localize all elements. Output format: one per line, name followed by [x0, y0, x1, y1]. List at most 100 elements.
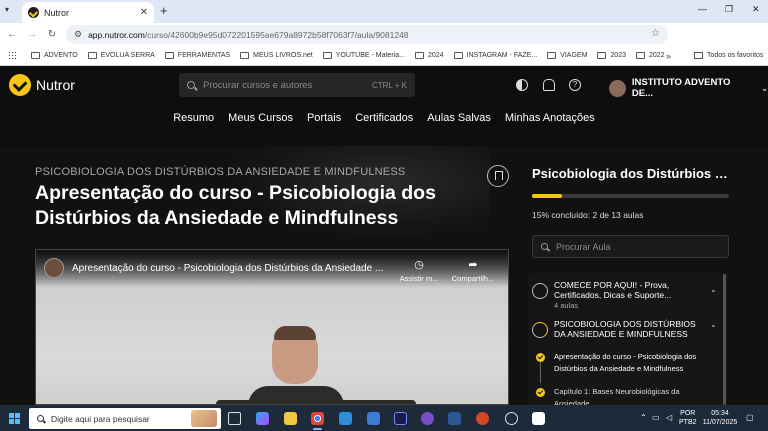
bookmark-folder[interactable]: MEUS LIVROS.net [240, 52, 313, 59]
lesson-item-title: Apresentação do curso - Psicobiologia do… [554, 352, 697, 373]
minimize-icon[interactable]: — [698, 4, 707, 14]
nav-aulas-salvas[interactable]: Aulas Salvas [427, 106, 491, 130]
bookmarks-bar: ADVENTO EVOLUA SERRA FERRAMENTAS MEUS LI… [0, 46, 768, 66]
tab-search-icon[interactable]: ▾ [5, 5, 9, 14]
tray-overflow-icon[interactable]: ⌃ [640, 413, 647, 422]
file-explorer-icon[interactable] [284, 412, 297, 425]
copilot-icon[interactable] [256, 412, 269, 425]
tab-close-icon[interactable]: ✕ [140, 7, 148, 18]
calculator-icon[interactable] [367, 412, 380, 425]
bookmark-folder[interactable]: YOUTUBE - Materia... [322, 52, 405, 59]
site-info-icon[interactable]: ⚙ [74, 29, 82, 40]
edge-icon[interactable] [339, 412, 352, 425]
task-view-icon[interactable] [228, 412, 241, 425]
folder-icon [414, 52, 424, 59]
taskbar-search-placeholder: Digite aqui para pesquisar [51, 413, 150, 424]
nav-certificados[interactable]: Certificados [355, 106, 413, 130]
settings-gear-icon[interactable] [505, 412, 518, 425]
back-icon[interactable]: ← [4, 29, 20, 40]
capture-tool-icon[interactable] [532, 412, 545, 425]
nutror-logo-icon [9, 74, 31, 96]
folder-icon [87, 52, 97, 59]
nav-minhas-anotacoes[interactable]: Minhas Anotações [505, 106, 595, 130]
watch-later-button[interactable]: ◷ Assistir m... [394, 258, 444, 283]
video-player[interactable]: Apresentação do curso - Psicobiologia do… [35, 249, 509, 405]
notifications-bell-icon[interactable] [543, 79, 555, 91]
taskbar-search[interactable]: Digite aqui para pesquisar [29, 408, 221, 429]
reload-icon[interactable]: ↻ [44, 29, 60, 40]
search-shortcut-hint: CTRL + K [371, 80, 407, 90]
chevron-down-icon[interactable]: ⌄ [710, 285, 717, 294]
photoshop-icon[interactable] [394, 412, 407, 425]
search-highlight-image [191, 410, 217, 427]
lesson-item-title: Capítulo 1: Bases Neurobiológicas da Ans… [554, 387, 680, 405]
bookmark-folder[interactable]: 2022 [635, 52, 665, 59]
nav-resumo[interactable]: Resumo [173, 106, 214, 130]
help-icon[interactable]: ? [569, 79, 581, 91]
browser-tab[interactable]: Nutror ✕ [22, 2, 154, 23]
tab-title: Nutror [44, 7, 70, 18]
clock[interactable]: 05:34 11/07/2025 [700, 409, 740, 427]
bookmark-folder[interactable]: EVOLUA SERRA [87, 52, 155, 59]
powerpoint-icon[interactable] [476, 412, 489, 425]
nav-meus-cursos[interactable]: Meus Cursos [228, 106, 293, 130]
app-circle-icon[interactable] [421, 412, 434, 425]
close-window-icon[interactable]: ✕ [752, 4, 760, 15]
folder-icon [635, 52, 645, 59]
bookmark-star-icon[interactable]: ☆ [651, 28, 660, 39]
bookmarks-overflow-icon[interactable]: » [666, 51, 671, 61]
volume-icon[interactable]: ◁ [666, 413, 672, 422]
lesson-completed-icon [536, 388, 545, 397]
url-field[interactable]: ⚙ app.nutror.com/curso/42600b9e95d072201… [66, 25, 668, 44]
chevron-up-icon[interactable]: ⌃ [710, 324, 717, 333]
url-path: /curso/42600b9e95d072201595ae679a8972b58… [144, 29, 409, 40]
module-lesson-count: 4 aulas [554, 301, 579, 310]
video-title[interactable]: Apresentação do curso - Psicobiologia do… [72, 263, 392, 274]
bookmark-folder[interactable]: VIAGEM [547, 52, 587, 59]
chrome-icon[interactable] [311, 412, 324, 430]
bookmark-folder[interactable]: INSTAGRAM - FAZE... [453, 52, 537, 59]
module-list-scrollbar[interactable] [723, 274, 726, 405]
nav-portais[interactable]: Portais [307, 106, 341, 130]
course-search-input[interactable] [203, 79, 372, 91]
input-language[interactable]: POR PTB2 [679, 409, 697, 427]
forward-icon[interactable]: → [24, 29, 40, 40]
bookmark-folder[interactable]: ADVENTO [31, 52, 78, 59]
nutror-favicon-icon [28, 7, 39, 18]
windows-start-icon[interactable] [9, 413, 20, 424]
course-search-box[interactable]: CTRL + K [179, 73, 415, 97]
user-menu[interactable]: INSTITUTO ADVENTO DE... ⌄ [609, 77, 768, 99]
course-progress-text: 15% concluído: 2 de 13 aulas [532, 210, 644, 220]
bookmark-folder[interactable]: 2024 [414, 52, 444, 59]
lesson-title: Apresentação do curso - Psicobiologia do… [35, 182, 436, 229]
search-icon [187, 81, 195, 89]
user-avatar [609, 79, 626, 97]
lesson-search-input[interactable] [556, 241, 720, 252]
site-header: Nutror CTRL + K ? INSTITUTO ADVENTO DE..… [0, 66, 768, 106]
bookmark-folder[interactable]: 2023 [597, 52, 626, 59]
course-progress-bar [532, 194, 729, 198]
all-bookmarks-button[interactable]: Todos os favoritos [694, 52, 763, 59]
nutror-logo[interactable]: Nutror [9, 74, 75, 96]
clock-icon: ◷ [414, 259, 424, 271]
apps-grid-icon[interactable] [8, 51, 17, 60]
module-title: PSICOBIOLOGIA DOS DISTÚRBIOS DA ANSIEDAD… [554, 319, 696, 339]
lesson-search-box[interactable] [532, 235, 729, 258]
theme-toggle-icon[interactable] [516, 79, 528, 91]
restore-icon[interactable]: ❐ [725, 4, 733, 15]
word-icon[interactable] [448, 412, 461, 425]
save-lesson-bookmark-icon[interactable] [487, 165, 509, 187]
new-tab-button[interactable]: + [160, 3, 168, 18]
share-button[interactable]: ➦ Compartilh... [448, 258, 498, 283]
folder-icon [547, 52, 557, 59]
clock-time: 05:34 [711, 410, 729, 417]
lesson-page: PSICOBIOLOGIA DOS DISTÚRBIOS DA ANSIEDAD… [0, 146, 768, 405]
folder-icon [240, 52, 250, 59]
folder-icon [453, 52, 463, 59]
notifications-icon[interactable]: ▢ [746, 413, 754, 422]
channel-avatar[interactable] [44, 258, 64, 278]
network-icon[interactable]: ▭ [652, 413, 660, 422]
course-name: PSICOBIOLOGIA DOS DISTÚRBIOS DA ANSIEDAD… [35, 166, 406, 178]
bookmark-folder[interactable]: FERRAMENTAS [164, 52, 230, 59]
course-progress-fill [532, 194, 562, 198]
